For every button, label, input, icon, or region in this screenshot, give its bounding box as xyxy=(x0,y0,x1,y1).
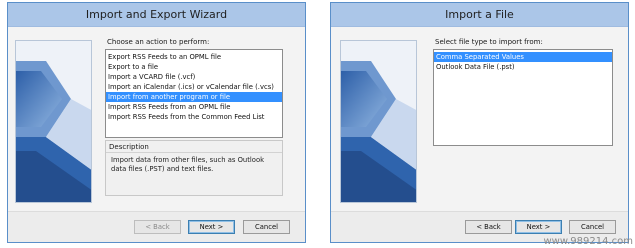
list-item-import-vcard[interactable]: Import a VCARD file (.vcf) xyxy=(106,72,282,82)
description-title: Description xyxy=(106,141,282,153)
list-item-import-icalendar[interactable]: Import an iCalendar (.ics) or vCalendar … xyxy=(106,82,282,92)
next-button[interactable]: Next > xyxy=(188,220,235,234)
import-file-dialog: Import a File Select file type to import… xyxy=(330,2,629,243)
wizard-arrow-icon xyxy=(16,41,91,202)
list-item-export-rss[interactable]: Export RSS Feeds to an OPML file xyxy=(106,52,282,62)
watermark-text: www.989214.com xyxy=(543,236,633,247)
description-box: Description Import data from other files… xyxy=(105,140,283,196)
file-type-prompt: Select file type to import from: xyxy=(435,38,543,46)
wizard-arrow-icon xyxy=(341,41,416,202)
description-text: Import data from other files, such as Ou… xyxy=(111,156,265,173)
list-item-import-rss-common[interactable]: Import RSS Feeds from the Common Feed Li… xyxy=(106,112,282,122)
list-item-export-file[interactable]: Export to a file xyxy=(106,62,282,72)
back-button[interactable]: < Back xyxy=(465,220,512,234)
list-item-csv[interactable]: Comma Separated Values xyxy=(434,52,612,62)
list-item-import-other-program[interactable]: Import from another program or file xyxy=(106,92,282,102)
action-prompt: Choose an action to perform: xyxy=(107,38,210,46)
file-type-listbox[interactable]: Comma Separated Values Outlook Data File… xyxy=(433,49,613,146)
action-listbox[interactable]: Export RSS Feeds to an OPML file Export … xyxy=(105,49,283,138)
wizard-banner-graphic xyxy=(15,40,92,203)
dialog-footer: < Back Next > Cancel xyxy=(8,211,305,242)
cancel-button[interactable]: Cancel xyxy=(569,220,616,234)
cancel-button[interactable]: Cancel xyxy=(243,220,290,234)
list-item-import-rss-opml[interactable]: Import RSS Feeds from an OPML file xyxy=(106,102,282,112)
list-item-pst[interactable]: Outlook Data File (.pst) xyxy=(434,62,612,72)
import-export-wizard-dialog: Import and Export Wizard Choose an actio… xyxy=(7,2,306,243)
next-button[interactable]: Next > xyxy=(515,220,562,234)
wizard-banner-graphic xyxy=(340,40,417,203)
back-button[interactable]: < Back xyxy=(134,220,181,234)
dialog-title: Import a File xyxy=(331,3,628,27)
dialog-title: Import and Export Wizard xyxy=(8,3,305,27)
